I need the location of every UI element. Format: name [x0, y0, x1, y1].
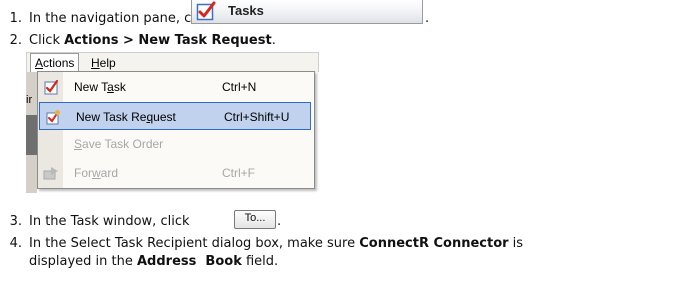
- new-task-icon: [44, 79, 59, 95]
- menu-actions[interactable]: Actions: [30, 53, 80, 72]
- background-window: ir: [26, 72, 37, 193]
- menu-item-save-task-order[interactable]: Save Task Order: [38, 130, 314, 158]
- background-dark-area: [26, 115, 37, 155]
- step-text: Click: [29, 33, 65, 48]
- step-number: 4.: [9, 236, 22, 251]
- label-part: For: [74, 166, 92, 180]
- menu-help[interactable]: Help: [91, 56, 116, 70]
- label-part: New T: [74, 80, 108, 94]
- step-1: 1. In the navigation pane, click: [0, 11, 214, 27]
- menu-item-shortcut: Ctrl+N: [222, 80, 257, 94]
- menu-item-new-task-request[interactable]: New Task Request Ctrl+Shift+U: [39, 102, 311, 130]
- step-3-end: .: [277, 214, 281, 230]
- step-number: 1.: [9, 11, 22, 26]
- label-part: New Task Re: [76, 110, 147, 124]
- menu-item-forward[interactable]: Forward Ctrl+F: [38, 159, 314, 187]
- step-bold-text: Actions > New Task Request: [64, 33, 272, 48]
- menu-item-label: New Task: [74, 80, 126, 94]
- background-text: ir: [26, 94, 33, 106]
- menubar: Actions Help: [26, 52, 319, 72]
- menu-item-new-task[interactable]: New Task Ctrl+N: [38, 73, 314, 101]
- label-part: ave Task Order: [82, 137, 164, 151]
- label-accesskey: w: [92, 166, 101, 180]
- step-text: displayed in the: [29, 254, 137, 269]
- menu-help-label: elp: [99, 56, 116, 70]
- actions-dropdown: New Task Ctrl+N New Task Request Ctrl+Sh…: [37, 71, 315, 189]
- step-number: 3.: [9, 214, 22, 229]
- step-text: In the Task window, click: [29, 214, 190, 229]
- step-punctuation: .: [277, 214, 282, 229]
- menu-actions-accesskey: A: [35, 56, 44, 70]
- step-text: field.: [241, 254, 279, 269]
- to-button[interactable]: To...: [234, 210, 276, 229]
- menu-item-label: Forward: [74, 166, 118, 180]
- actions-menu-screenshot: Actions Help ir New Task Ctrl+N New Task…: [26, 52, 321, 193]
- menu-help-accesskey: H: [91, 56, 100, 70]
- step-text: In the navigation pane, click: [29, 11, 214, 26]
- new-task-request-icon: [46, 110, 60, 125]
- tasks-nav-button[interactable]: Tasks: [191, 0, 423, 24]
- label-accesskey: S: [74, 137, 83, 151]
- step-bold-text: ConnectR Connector: [359, 236, 509, 251]
- label-part: ard: [100, 166, 119, 180]
- menu-actions-label: ctions: [43, 56, 75, 70]
- step-bold-text: Address Book: [137, 254, 242, 269]
- step-text: is: [508, 236, 524, 251]
- label-part: uest: [153, 110, 176, 124]
- menu-item-shortcut: Ctrl+F: [222, 166, 255, 180]
- step-4-line-2: displayed in the Address Book field.: [29, 254, 278, 270]
- step-punctuation: .: [425, 11, 430, 26]
- menu-item-shortcut: Ctrl+Shift+U: [224, 110, 290, 124]
- step-text: In the Select Task Recipient dialog box,…: [29, 236, 360, 251]
- label-accesskey: a: [107, 80, 114, 94]
- step-1-end: .: [425, 11, 429, 27]
- step-punctuation: .: [271, 33, 276, 48]
- step-number: 2.: [9, 33, 22, 48]
- menu-item-label: New Task Request: [76, 110, 176, 124]
- tasks-nav-label: Tasks: [228, 3, 264, 18]
- step-3: 3. In the Task window, click: [0, 214, 190, 230]
- step-4: 4. In the Select Task Recipient dialog bo…: [0, 236, 523, 252]
- forward-icon: [43, 167, 58, 180]
- menu-item-label: Save Task Order: [74, 137, 163, 151]
- step-2: 2. Click Actions > New Task Request.: [0, 33, 276, 49]
- tasks-checkbox-icon: [196, 1, 216, 21]
- label-part: sk: [113, 80, 126, 94]
